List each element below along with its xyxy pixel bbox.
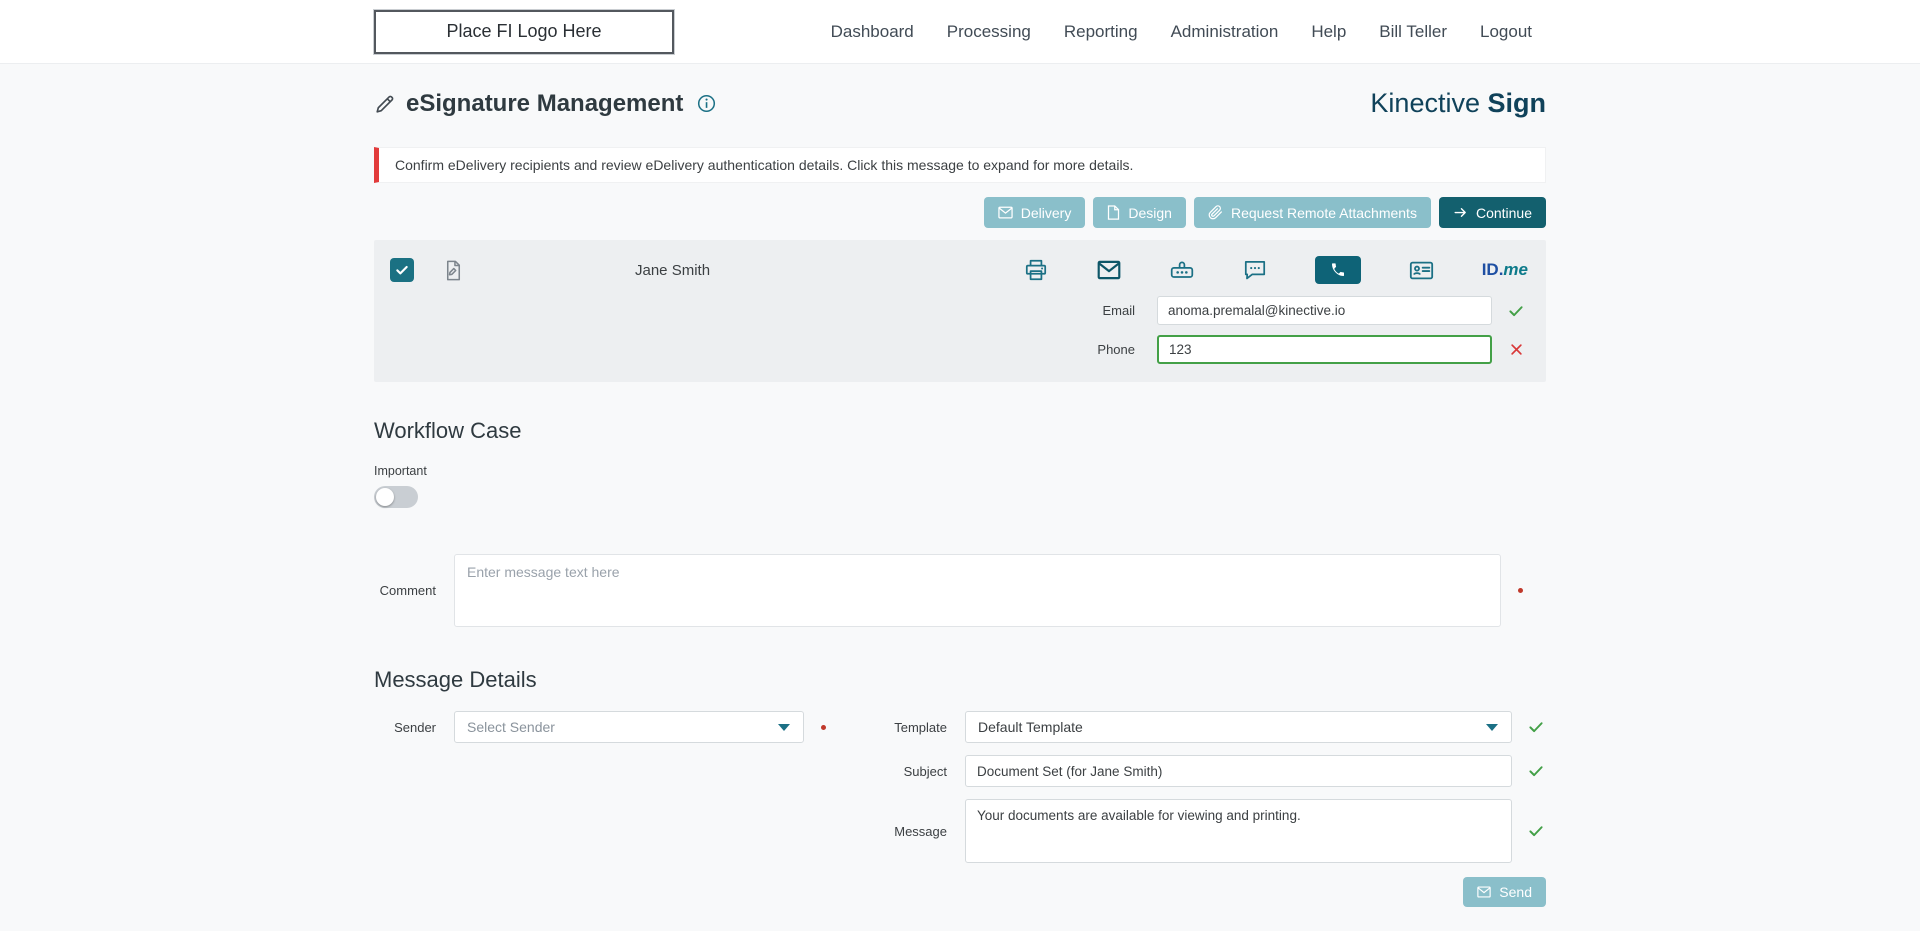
email-method-icon[interactable] (1096, 257, 1122, 283)
request-remote-attachments-label: Request Remote Attachments (1230, 204, 1417, 221)
phone-input[interactable] (1157, 335, 1492, 364)
phone-label: Phone (1097, 342, 1135, 357)
arrow-right-icon (1453, 205, 1468, 220)
subject-valid-check-icon (1526, 762, 1546, 780)
comment-label: Comment (379, 583, 436, 598)
password-authentication-icon[interactable] (1169, 257, 1195, 283)
toggle-knob (376, 488, 394, 506)
id-me-logo-id: ID. (1481, 260, 1504, 279)
email-valid-check-icon (1506, 302, 1526, 320)
top-nav-bar: Place FI Logo Here Dashboard Processing … (0, 0, 1920, 64)
nav-processing[interactable]: Processing (947, 22, 1031, 42)
template-select[interactable]: Default Template (965, 711, 1512, 743)
sender-select[interactable]: Select Sender (454, 711, 804, 743)
workflow-case-heading: Workflow Case (374, 418, 522, 443)
nav-administration[interactable]: Administration (1171, 22, 1279, 42)
email-input[interactable] (1157, 296, 1492, 325)
design-button-label: Design (1128, 204, 1172, 221)
fi-logo-placeholder: Place FI Logo Here (374, 9, 674, 54)
send-button[interactable]: Send (1463, 877, 1546, 907)
alert-text: Confirm eDelivery recipients and review … (395, 157, 1134, 173)
send-button-label: Send (1499, 884, 1532, 900)
delivery-method-icons: ID.me (1023, 256, 1528, 284)
request-remote-attachments-button[interactable]: Request Remote Attachments (1193, 197, 1431, 228)
message-valid-check-icon (1526, 822, 1546, 840)
message-label: Message (894, 823, 947, 839)
message-textarea[interactable]: Your documents are available for viewing… (965, 799, 1512, 863)
nav-user-bill-teller[interactable]: Bill Teller (1379, 22, 1447, 42)
nav-logout[interactable]: Logout (1480, 22, 1532, 42)
delivery-button[interactable]: Delivery (983, 197, 1086, 228)
print-icon[interactable] (1023, 257, 1049, 283)
id-me-logo-me: me (1503, 260, 1528, 279)
message-details-heading: Message Details (374, 667, 537, 692)
kinective-sign-logo: Kinective Sign (1370, 88, 1546, 119)
template-label: Template (894, 719, 947, 735)
sender-label: Sender (394, 719, 436, 735)
template-select-value: Default Template (978, 719, 1083, 735)
nav-help[interactable]: Help (1311, 22, 1346, 42)
page-title: eSignature Management (406, 89, 684, 117)
continue-button[interactable]: Continue (1438, 197, 1546, 228)
sender-select-value: Select Sender (467, 719, 555, 735)
document-file-icon[interactable] (442, 259, 465, 282)
document-design-icon (1107, 205, 1120, 220)
paperclip-icon (1208, 205, 1223, 220)
info-icon[interactable] (697, 94, 716, 113)
nav-reporting[interactable]: Reporting (1064, 22, 1138, 42)
sender-required-dot (821, 724, 826, 730)
recipient-checkbox[interactable] (390, 258, 414, 282)
action-toolbar: Delivery Design Request Remote Attachmen… (374, 197, 1546, 228)
chevron-down-icon (1485, 723, 1499, 732)
design-button[interactable]: Design (1093, 197, 1186, 228)
phone-method-icon-active[interactable] (1314, 256, 1361, 284)
id-me-logo[interactable]: ID.me (1482, 260, 1528, 280)
main-nav: Dashboard Processing Reporting Administr… (831, 22, 1546, 42)
brand-product: Sign (1487, 88, 1547, 118)
phone-invalid-x-icon (1506, 342, 1526, 357)
id-card-icon[interactable] (1408, 257, 1435, 284)
comment-required-dot (1518, 588, 1523, 593)
important-toggle[interactable] (374, 486, 418, 508)
template-valid-check-icon (1526, 718, 1546, 736)
comment-textarea[interactable] (454, 554, 1501, 627)
chevron-down-icon (777, 723, 791, 732)
signature-pen-icon (374, 93, 396, 115)
page: Place FI Logo Here Dashboard Processing … (0, 0, 1920, 931)
envelope-icon (998, 206, 1013, 219)
continue-button-label: Continue (1475, 204, 1532, 221)
brand-name: Kinective (1370, 88, 1480, 118)
subject-label: Subject (903, 763, 947, 779)
delivery-button-label: Delivery (1020, 204, 1072, 221)
page-header: eSignature Management Kinective Sign (374, 88, 1546, 119)
subject-input[interactable] (965, 755, 1512, 787)
email-label: Email (1102, 303, 1135, 318)
recipient-panel: Jane Smith ID.me Email anoma.premalal@ki… (374, 240, 1546, 382)
sms-chat-icon[interactable] (1242, 257, 1268, 283)
send-envelope-icon (1477, 886, 1492, 898)
recipient-name: Jane Smith (635, 261, 711, 279)
fi-logo-text: Place FI Logo Here (446, 21, 602, 41)
edelivery-alert-banner[interactable]: Confirm eDelivery recipients and review … (374, 147, 1546, 183)
important-label: Important (374, 464, 427, 478)
nav-dashboard[interactable]: Dashboard (831, 22, 914, 42)
